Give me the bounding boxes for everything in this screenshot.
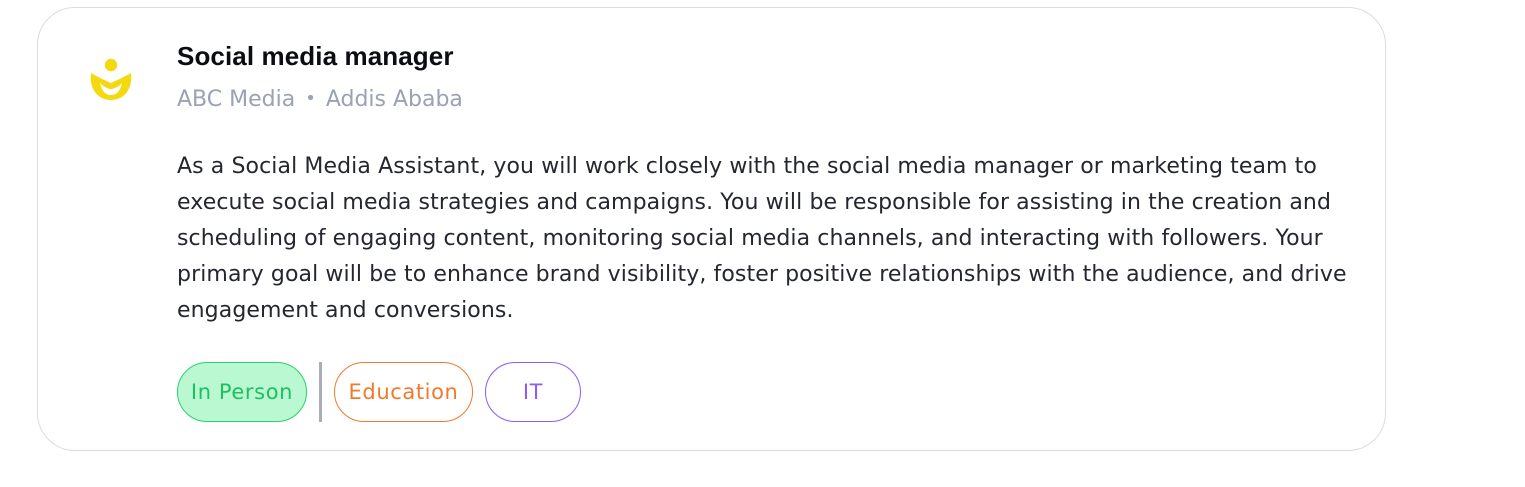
tag-divider <box>319 362 322 422</box>
meta-separator: • <box>305 88 316 109</box>
company-name: ABC Media <box>177 87 296 112</box>
tag-in-person[interactable]: In Person <box>177 362 307 422</box>
tag-education[interactable]: Education <box>334 362 473 422</box>
tag-it[interactable]: IT <box>485 362 581 422</box>
job-description: As a Social Media Assistant, you will wo… <box>177 154 1347 323</box>
job-title[interactable]: Social media manager <box>177 39 454 73</box>
company-logo-icon <box>90 58 132 100</box>
job-location: Addis Ababa <box>325 87 463 112</box>
job-tags: In Person Education IT <box>177 362 581 422</box>
job-card[interactable]: Social media manager ABC Media • Addis Aba… <box>37 7 1386 451</box>
job-meta: ABC Media • Addis Ababa <box>177 85 463 116</box>
